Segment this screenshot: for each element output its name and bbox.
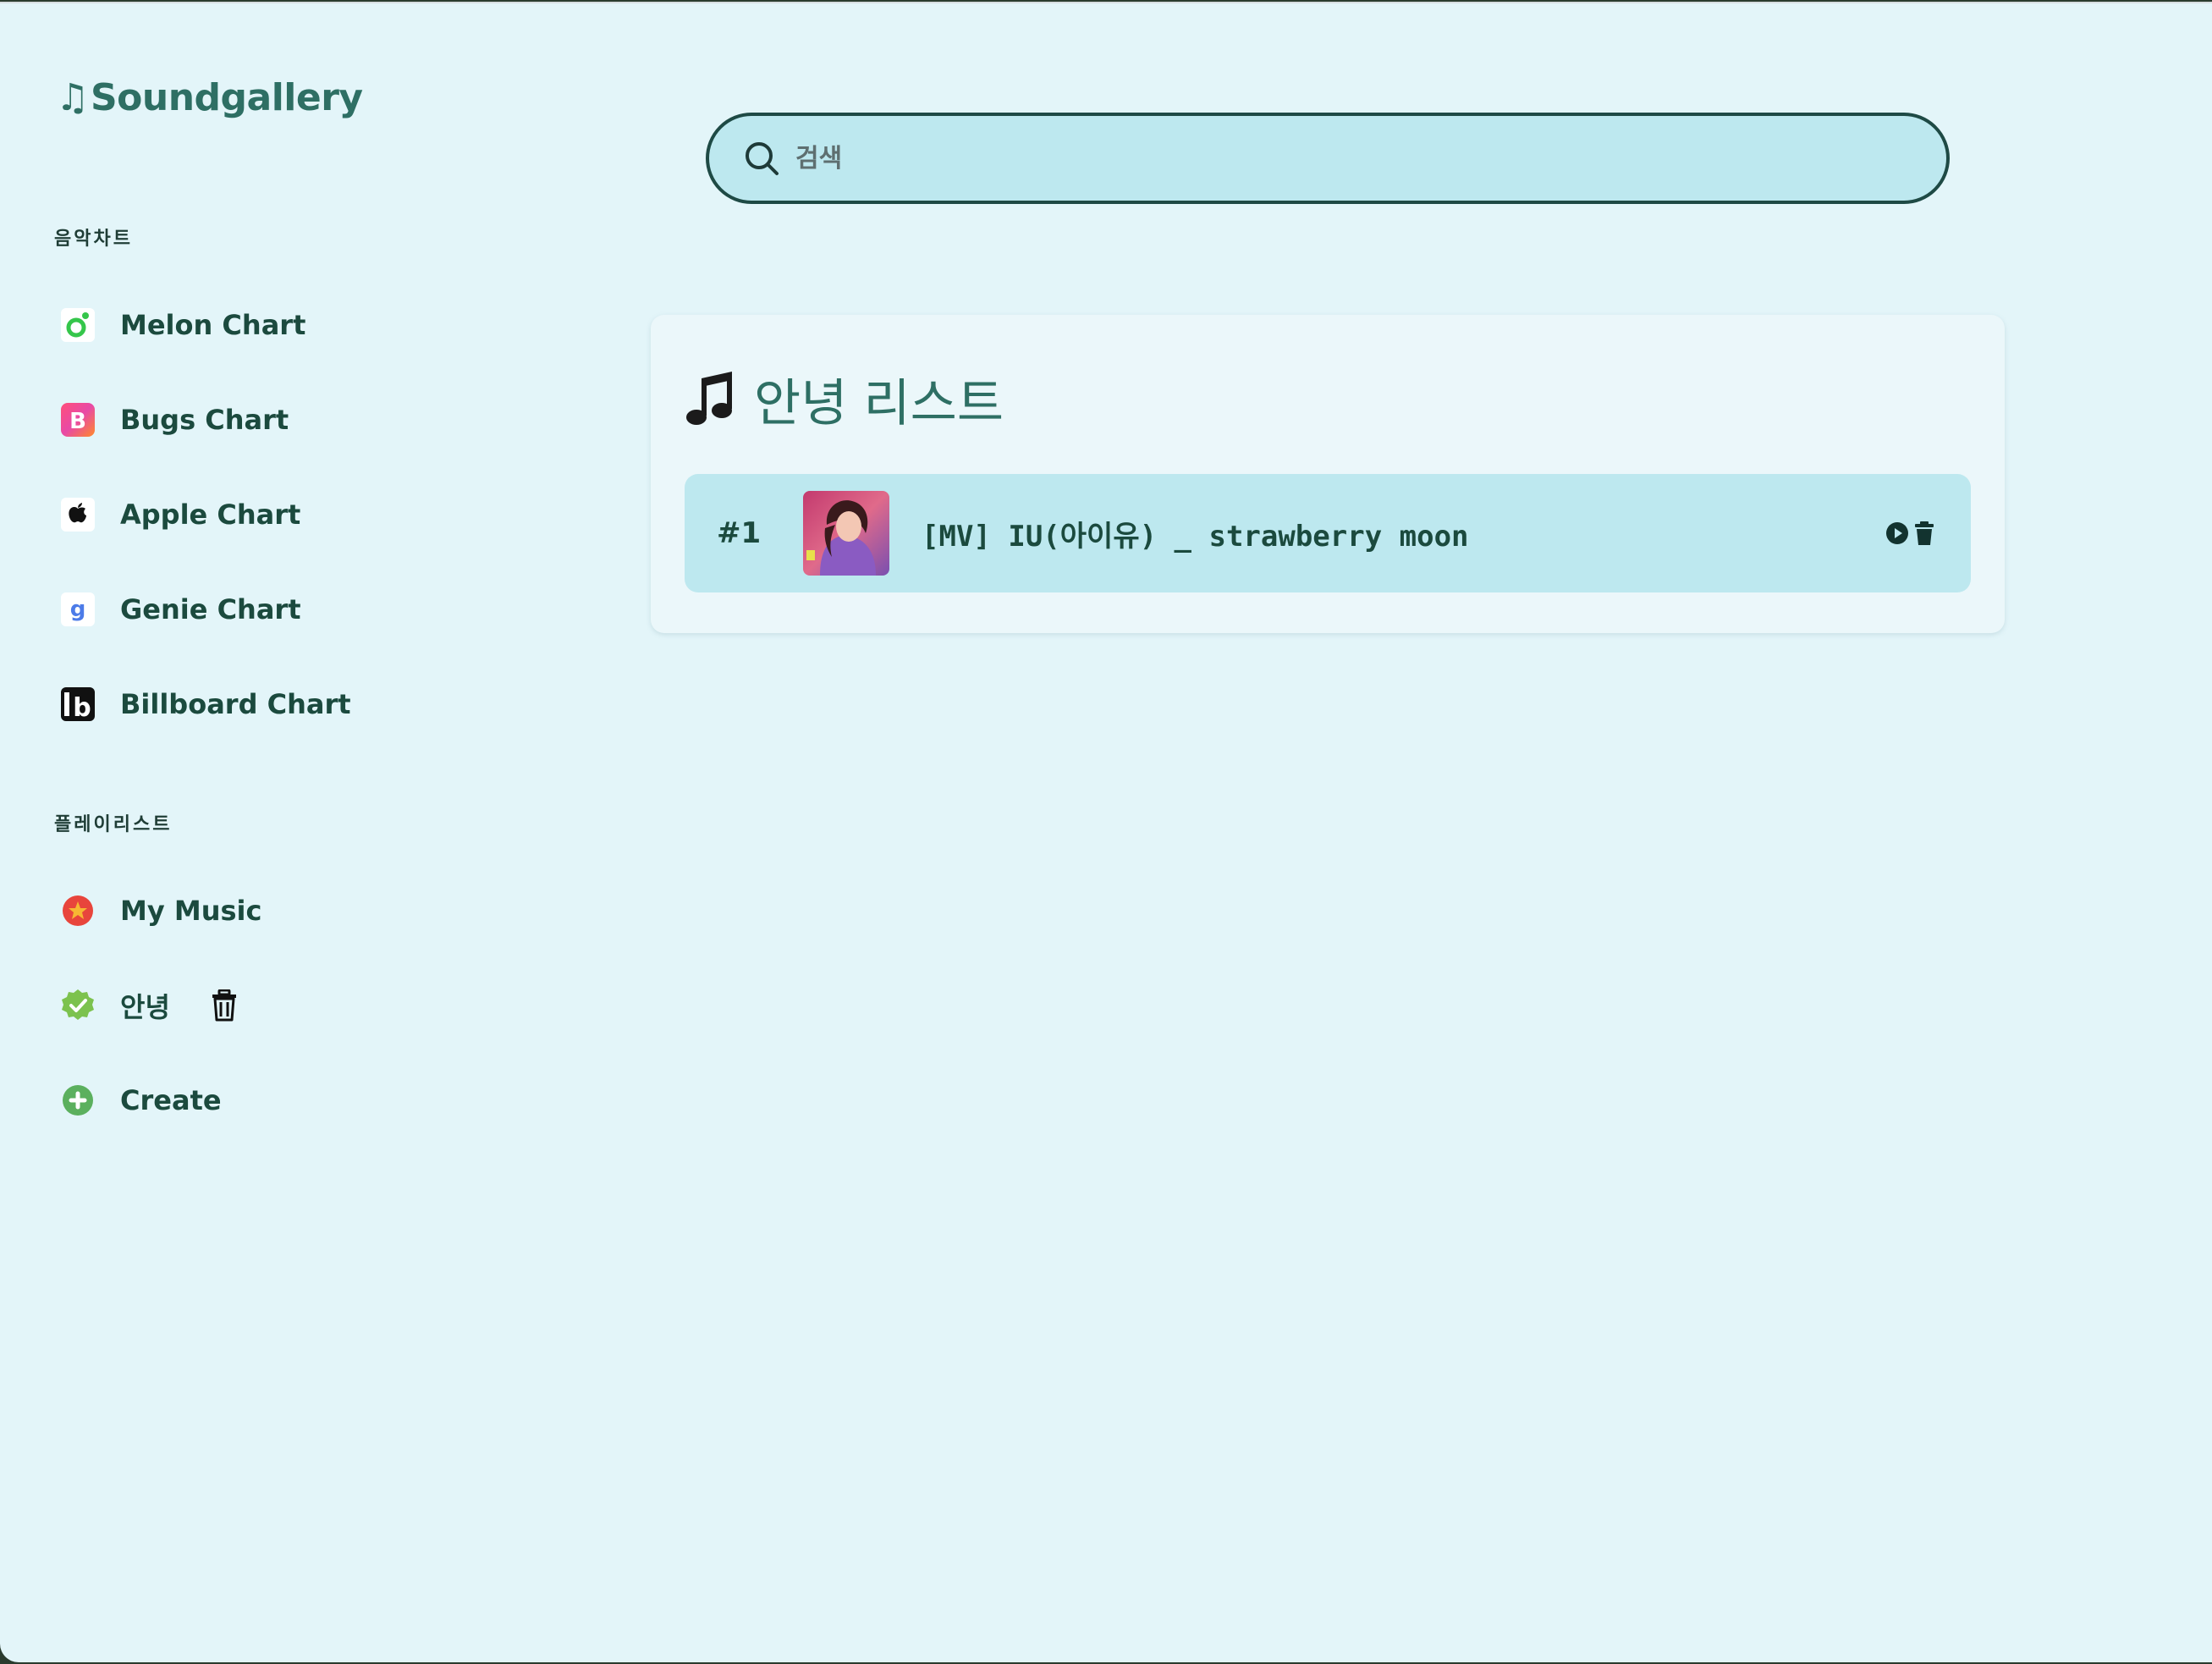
sidebar-item-billboard-chart[interactable]: b Billboard Chart <box>54 679 351 730</box>
window-top-border <box>0 2 2212 3</box>
svg-text:g: g <box>70 597 86 622</box>
playlist-title: 안녕 리스트 <box>685 362 1004 436</box>
app-logo[interactable]: ♫ Soundgallery <box>56 76 363 119</box>
check-badge-icon <box>54 982 102 1029</box>
track-row[interactable]: #1 [MV] IU(아이유) _ strawberry moon <box>685 474 1971 592</box>
svg-text:B: B <box>69 409 86 434</box>
playlists-section-title: 플레이리스트 <box>54 814 173 835</box>
music-notes-icon <box>685 369 739 430</box>
bugs-icon: B <box>54 396 102 444</box>
track-thumbnail <box>803 491 889 576</box>
app-window: ♫ Soundgallery 음악차트 Melon Chart B Bugs C… <box>0 2 2212 1662</box>
sidebar-item-label: Melon Chart <box>120 309 306 341</box>
sidebar-item-my-music[interactable]: My Music <box>54 885 261 936</box>
billboard-icon: b <box>54 680 102 728</box>
playlist-card: 안녕 리스트 #1 [MV] IU(아이유) _ strawberry moon <box>651 315 2005 633</box>
charts-section-title: 음악차트 <box>54 229 133 250</box>
search-icon <box>741 138 782 179</box>
app-logo-text: Soundgallery <box>90 76 363 119</box>
sidebar-item-create[interactable]: Create <box>54 1075 222 1126</box>
plus-circle-icon <box>54 1077 102 1124</box>
sidebar-item-label: My Music <box>120 895 262 927</box>
sidebar-item-label: Create <box>120 1084 222 1116</box>
sidebar-item-genie-chart[interactable]: g Genie Chart <box>54 584 301 635</box>
trash-icon[interactable] <box>1913 521 1935 546</box>
genie-icon: g <box>54 586 102 633</box>
music-note-icon: ♫ <box>56 75 89 119</box>
track-title: [MV] IU(아이유) _ strawberry moon <box>922 519 1469 554</box>
apple-icon <box>54 491 102 538</box>
sidebar-item-apple-chart[interactable]: Apple Chart <box>54 489 300 540</box>
sidebar-item-bugs-chart[interactable]: B Bugs Chart <box>54 394 289 445</box>
sidebar-item-melon-chart[interactable]: Melon Chart <box>54 300 305 350</box>
track-actions <box>1885 521 1935 546</box>
sidebar-item-label: Apple Chart <box>120 499 301 531</box>
melon-icon <box>54 301 102 349</box>
search-input[interactable] <box>794 142 1897 174</box>
playlist-title-text: 안녕 리스트 <box>754 374 1004 433</box>
search-bar[interactable] <box>706 113 1950 204</box>
sidebar-item-label: Billboard Chart <box>120 688 351 720</box>
sidebar-item-label: Genie Chart <box>120 593 301 625</box>
trash-icon[interactable] <box>207 987 241 1024</box>
sidebar-item-playlist-annyeong[interactable]: 안녕 <box>54 980 241 1031</box>
sidebar-item-label: 안녕 <box>120 991 170 1023</box>
sidebar-item-label: Bugs Chart <box>120 404 289 436</box>
play-icon[interactable] <box>1885 521 1910 546</box>
star-badge-icon <box>54 887 102 934</box>
svg-text:b: b <box>73 693 91 723</box>
track-rank: #1 <box>717 516 762 550</box>
